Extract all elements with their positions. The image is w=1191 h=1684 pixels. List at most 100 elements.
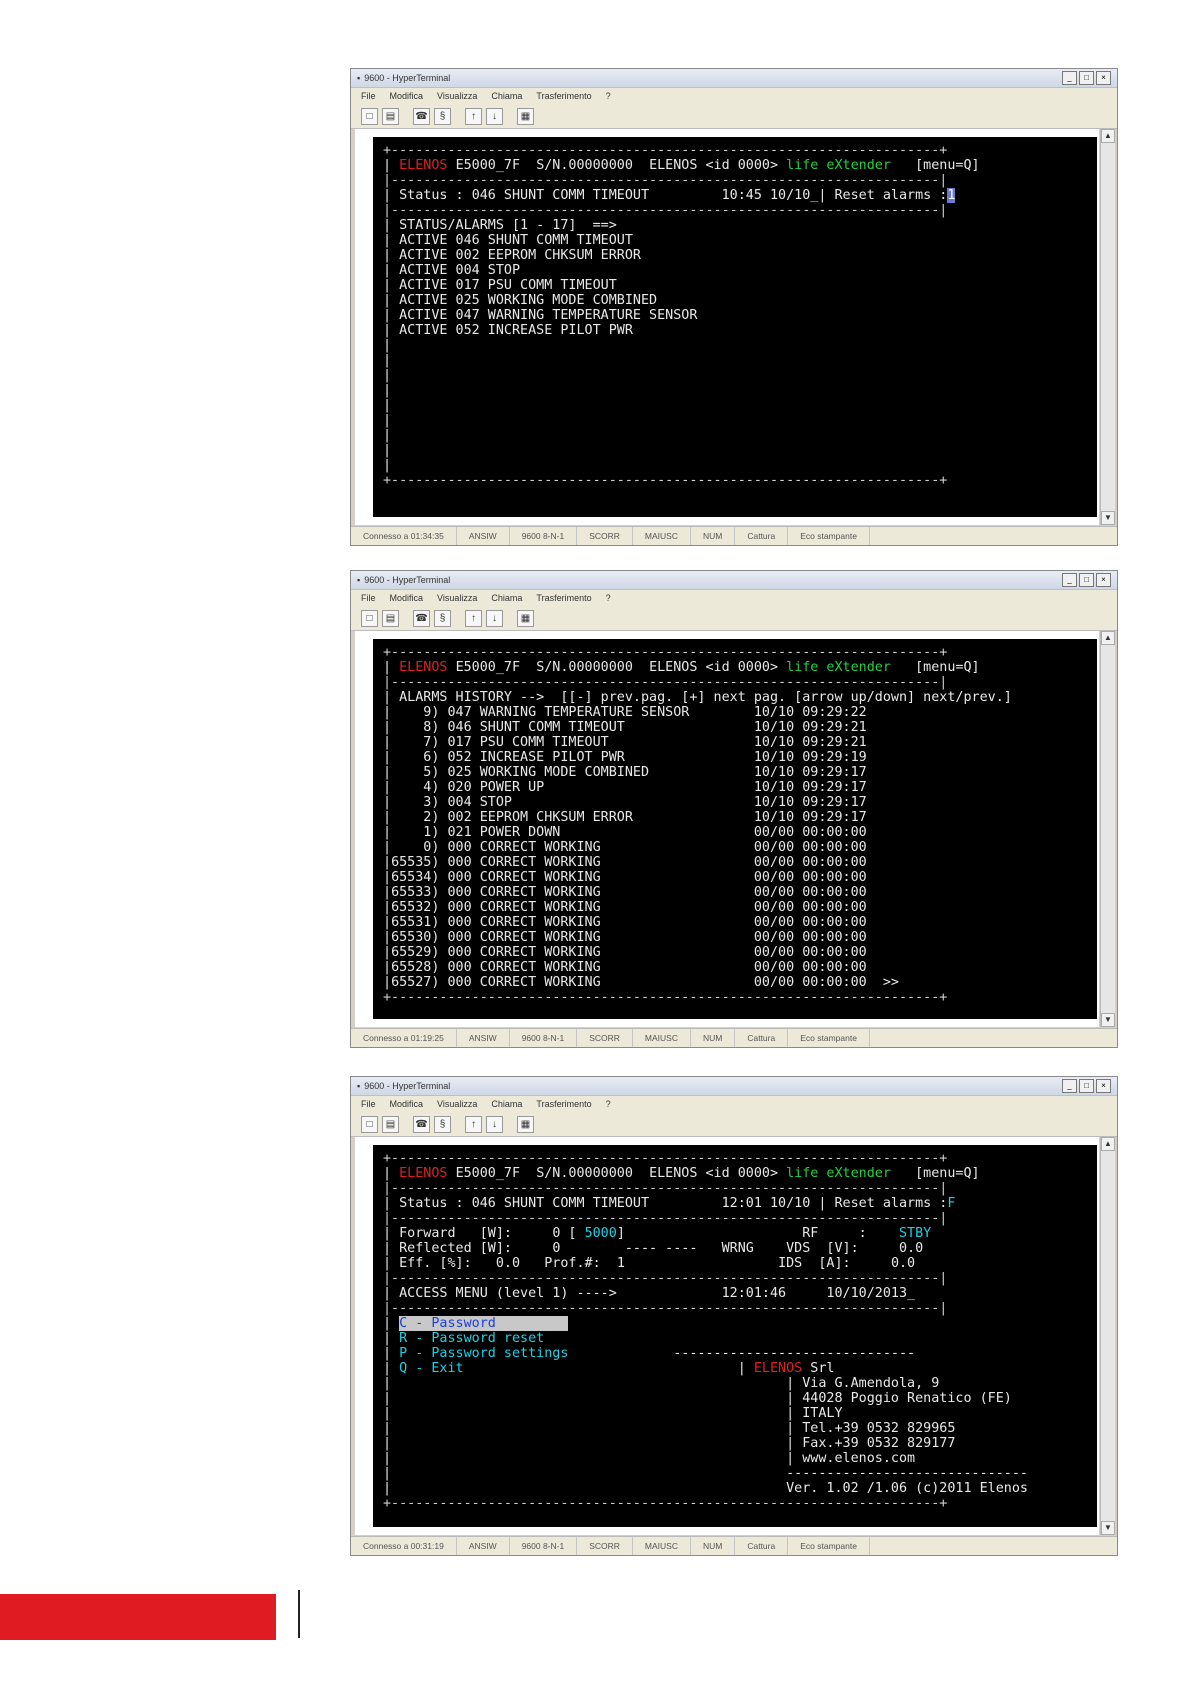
open-icon[interactable]: ▤ xyxy=(382,107,399,125)
menu-file[interactable]: File xyxy=(361,590,376,606)
alarm-row: | ACTIVE 052 INCREASE PILOT PWR xyxy=(383,323,633,338)
open-icon[interactable]: ▤ xyxy=(382,1115,399,1133)
new-connection-icon[interactable]: □ xyxy=(361,1115,378,1133)
maximize-button[interactable]: □ xyxy=(1079,71,1094,85)
close-button[interactable]: × xyxy=(1096,573,1111,587)
properties-icon[interactable]: ▦ xyxy=(517,107,534,125)
header-line: | ELENOS E5000_7F S/N.00000000 ELENOS <i… xyxy=(383,1166,980,1181)
terminal-screen[interactable]: +---------------------------------------… xyxy=(373,1145,1097,1527)
input-cursor[interactable]: 1 xyxy=(947,188,956,203)
send-icon[interactable]: ↑ xyxy=(465,1115,482,1133)
forward-row: | Forward [W]: 0 [ 5000] RF : STBY xyxy=(383,1226,932,1241)
history-row: | 1) 021 POWER DOWN 00/00 00:00:00 xyxy=(383,825,867,840)
scroll-down-icon[interactable]: ▼ xyxy=(1101,1013,1115,1027)
terminal-screen[interactable]: +---------------------------------------… xyxy=(373,639,1097,1019)
menu-visualizza[interactable]: Visualizza xyxy=(437,1096,477,1112)
maximize-button[interactable]: □ xyxy=(1079,573,1094,587)
new-connection-icon[interactable]: □ xyxy=(361,107,378,125)
close-button[interactable]: × xyxy=(1096,1079,1111,1093)
receive-icon[interactable]: ↓ xyxy=(486,609,503,627)
vertical-scrollbar[interactable]: ▲ ▼ xyxy=(1100,631,1115,1027)
call-icon[interactable]: ☎ xyxy=(413,1115,430,1133)
minimize-button[interactable]: _ xyxy=(1062,573,1077,587)
history-row: | 4) 020 POWER UP 10/10 09:29:17 xyxy=(383,780,867,795)
menu-item-password-reset[interactable]: | R - Password reset xyxy=(383,1331,1087,1346)
disconnect-icon[interactable]: § xyxy=(434,609,451,627)
menu-modifica[interactable]: Modifica xyxy=(390,590,424,606)
menu-file[interactable]: File xyxy=(361,1096,376,1112)
close-button[interactable]: × xyxy=(1096,71,1111,85)
disconnect-icon[interactable]: § xyxy=(434,107,451,125)
scroll-up-icon[interactable]: ▲ xyxy=(1101,1137,1115,1151)
menu-help[interactable]: ? xyxy=(606,590,611,606)
history-row: | 3) 004 STOP 10/10 09:29:17 xyxy=(383,795,867,810)
title-bar[interactable]: ▪ 9600 - HyperTerminal _ □ × xyxy=(351,1077,1117,1096)
terminal-client-area: +---------------------------------------… xyxy=(355,1137,1099,1535)
minimize-button[interactable]: _ xyxy=(1062,1079,1077,1093)
disconnect-icon[interactable]: § xyxy=(434,1115,451,1133)
history-row: |65528) 000 CORRECT WORKING 00/00 00:00:… xyxy=(383,960,867,975)
properties-icon[interactable]: ▦ xyxy=(517,609,534,627)
open-icon[interactable]: ▤ xyxy=(382,609,399,627)
scroll-up-icon[interactable]: ▲ xyxy=(1101,631,1115,645)
history-title: | ALARMS HISTORY --> [[-] prev.pag. [+] … xyxy=(383,690,1012,705)
vertical-scrollbar[interactable]: ▲ ▼ xyxy=(1100,1137,1115,1535)
menu-chiama[interactable]: Chiama xyxy=(491,1096,522,1112)
version-line: | Ver. 1.02 /1.06 (c)2011 Elenos xyxy=(383,1481,1028,1496)
properties-icon[interactable]: ▦ xyxy=(517,1115,534,1133)
terminal-screen[interactable]: +---------------------------------------… xyxy=(373,137,1097,517)
terminal-client-area: +---------------------------------------… xyxy=(355,631,1099,1027)
footer-red-bar xyxy=(0,1594,276,1640)
menu-file[interactable]: File xyxy=(361,88,376,104)
scroll-up-icon[interactable]: ▲ xyxy=(1101,129,1115,143)
terminal-client-area: +---------------------------------------… xyxy=(355,129,1099,525)
menu-item-password-settings[interactable]: | P - Password settings ----------------… xyxy=(383,1346,1087,1361)
access-menu-title: | ACCESS MENU (level 1) ----> 12:01:46 1… xyxy=(383,1286,916,1301)
menu-chiama[interactable]: Chiama xyxy=(491,590,522,606)
menu-trasferimento[interactable]: Trasferimento xyxy=(536,1096,591,1112)
scroll-down-icon[interactable]: ▼ xyxy=(1101,1521,1115,1535)
toolbar: □ ▤ ☎ § ↑ ↓ ▦ xyxy=(351,104,1117,129)
maximize-button[interactable]: □ xyxy=(1079,1079,1094,1093)
menu-trasferimento[interactable]: Trasferimento xyxy=(536,88,591,104)
window-title: 9600 - HyperTerminal xyxy=(364,575,451,585)
history-row: |65530) 000 CORRECT WORKING 00/00 00:00:… xyxy=(383,930,867,945)
menu-visualizza[interactable]: Visualizza xyxy=(437,88,477,104)
menu-visualizza[interactable]: Visualizza xyxy=(437,590,477,606)
history-row: | 2) 002 EEPROM CHKSUM ERROR 10/10 09:29… xyxy=(383,810,867,825)
send-icon[interactable]: ↑ xyxy=(465,609,482,627)
menu-item-exit[interactable]: | Q - Exit | ELENOS Srl xyxy=(383,1361,1087,1376)
vertical-scrollbar[interactable]: ▲ ▼ xyxy=(1100,129,1115,525)
window-title: 9600 - HyperTerminal xyxy=(364,1081,451,1091)
minimize-button[interactable]: _ xyxy=(1062,71,1077,85)
title-bar[interactable]: ▪ 9600 - HyperTerminal _ □ × xyxy=(351,571,1117,590)
history-row: |65527) 000 CORRECT WORKING 00/00 00:00:… xyxy=(383,975,899,990)
menu-bar: File Modifica Visualizza Chiama Trasferi… xyxy=(351,1096,1117,1112)
next-page-indicator: >> xyxy=(882,975,899,990)
menu-modifica[interactable]: Modifica xyxy=(390,88,424,104)
new-connection-icon[interactable]: □ xyxy=(361,609,378,627)
brand-logo: ELENOS xyxy=(399,1166,448,1181)
title-bar[interactable]: ▪ 9600 - HyperTerminal _ □ × xyxy=(351,69,1117,88)
status-line: | Status : 046 SHUNT COMM TIMEOUT 10:45 … xyxy=(383,188,956,203)
history-row: | 8) 046 SHUNT COMM TIMEOUT 10/10 09:29:… xyxy=(383,720,867,735)
menu-item-password[interactable]: | C - Password xyxy=(383,1316,1087,1331)
menu-trasferimento[interactable]: Trasferimento xyxy=(536,590,591,606)
status-line: | Status : 046 SHUNT COMM TIMEOUT 12:01 … xyxy=(383,1196,956,1211)
menu-chiama[interactable]: Chiama xyxy=(491,88,522,104)
history-row: |65531) 000 CORRECT WORKING 00/00 00:00:… xyxy=(383,915,867,930)
receive-icon[interactable]: ↓ xyxy=(486,107,503,125)
scroll-down-icon[interactable]: ▼ xyxy=(1101,511,1115,525)
alarm-row: | ACTIVE 004 STOP xyxy=(383,263,521,278)
call-icon[interactable]: ☎ xyxy=(413,107,430,125)
menu-help[interactable]: ? xyxy=(606,1096,611,1112)
alarm-row: | ACTIVE 046 SHUNT COMM TIMEOUT xyxy=(383,233,633,248)
efficiency-row: | Eff. [%]: 0.0 Prof.#: 1 IDS [A]: 0.0 xyxy=(383,1256,916,1271)
call-icon[interactable]: ☎ xyxy=(413,609,430,627)
history-row: |65535) 000 CORRECT WORKING 00/00 00:00:… xyxy=(383,855,867,870)
menu-modifica[interactable]: Modifica xyxy=(390,1096,424,1112)
receive-icon[interactable]: ↓ xyxy=(486,1115,503,1133)
reflected-row: | Reflected [W]: 0 ---- ---- WRNG VDS [V… xyxy=(383,1241,924,1256)
menu-help[interactable]: ? xyxy=(606,88,611,104)
send-icon[interactable]: ↑ xyxy=(465,107,482,125)
